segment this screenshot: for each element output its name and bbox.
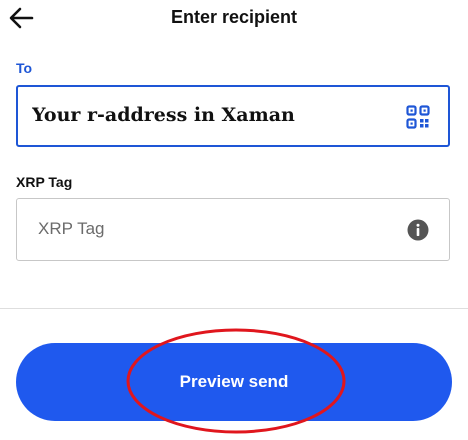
- preview-send-button[interactable]: Preview send: [16, 343, 452, 421]
- xrp-tag-label: XRP Tag: [16, 174, 73, 190]
- recipient-address-input[interactable]: [32, 104, 392, 126]
- divider: [0, 308, 468, 309]
- enter-recipient-screen: Enter recipient To Your r-address in Xam…: [0, 0, 468, 440]
- recipient-field[interactable]: [16, 85, 450, 147]
- header: Enter recipient: [0, 0, 468, 40]
- xrp-tag-input[interactable]: [38, 219, 378, 239]
- page-title: Enter recipient: [170, 7, 298, 27]
- qr-code-icon: [406, 105, 430, 129]
- to-label: To: [16, 60, 33, 76]
- qr-scan-button[interactable]: [406, 105, 430, 129]
- info-button[interactable]: [407, 219, 429, 241]
- info-icon: [407, 219, 429, 241]
- xrp-tag-field[interactable]: [16, 198, 450, 261]
